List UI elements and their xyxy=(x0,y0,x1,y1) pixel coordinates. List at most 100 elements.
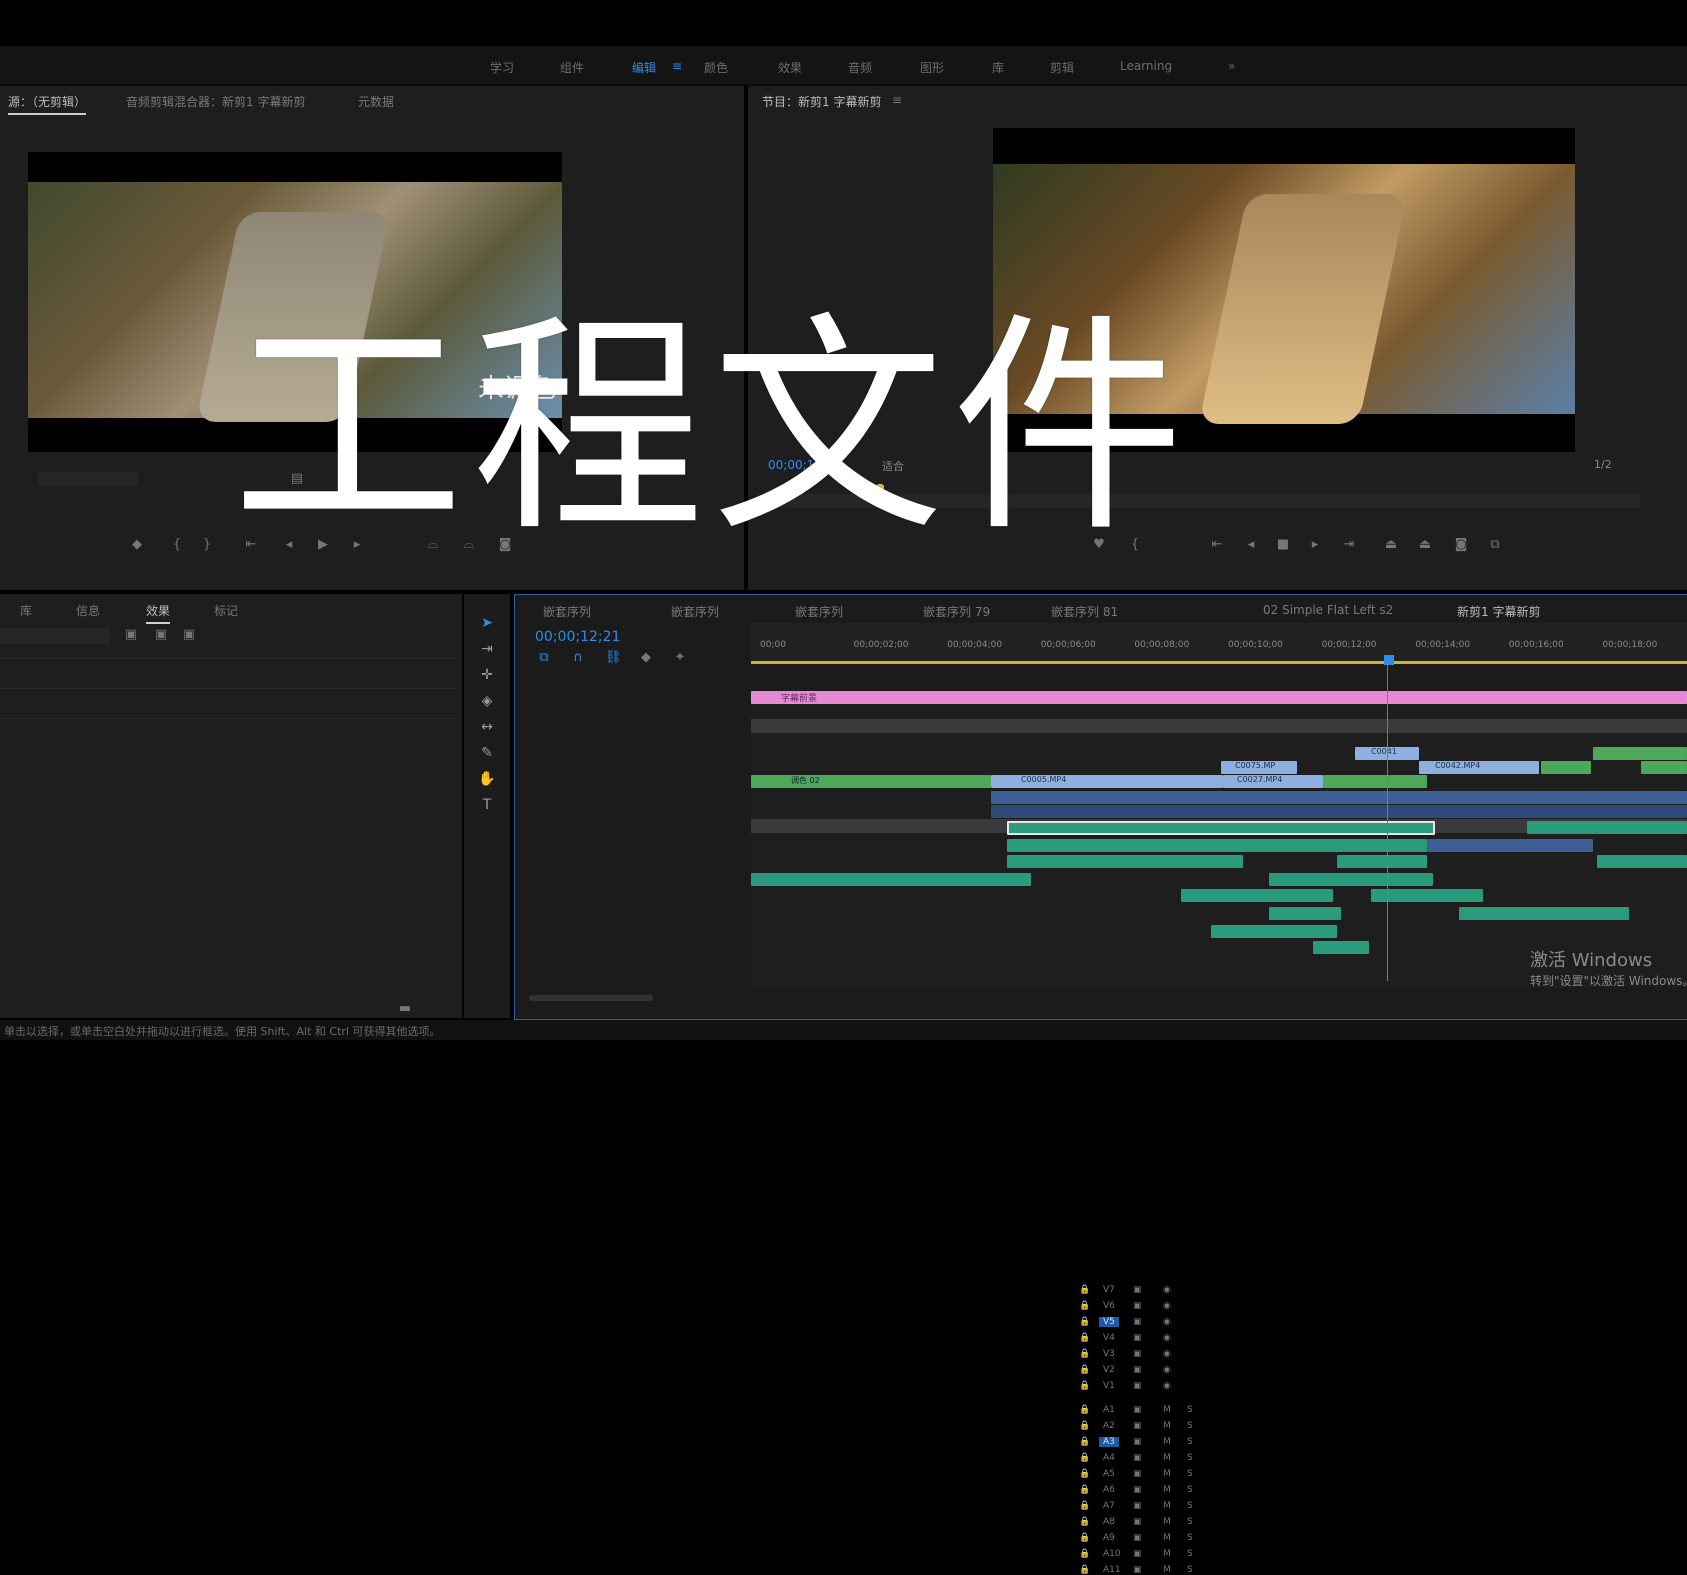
audio-clip[interactable] xyxy=(751,873,1031,886)
audio-mixer-tab[interactable]: 音频剪辑混合器：新剪1 字幕新剪 xyxy=(126,93,305,110)
track-lock-icon[interactable]: 🔒 xyxy=(1079,1285,1090,1295)
resolution-dropdown[interactable]: 1/2 xyxy=(1594,458,1612,471)
audio-clip[interactable] xyxy=(1459,907,1629,920)
audio-clip[interactable] xyxy=(1597,855,1687,868)
slip-tool-icon[interactable]: ↔ xyxy=(478,718,496,736)
workspace-tab[interactable]: 效果 xyxy=(778,59,802,76)
pen-tool-icon[interactable]: ✎ xyxy=(478,744,496,762)
workspace-tab[interactable]: 音频 xyxy=(848,59,872,76)
mute-icon[interactable]: ▣ xyxy=(1133,1517,1142,1527)
type-tool-icon[interactable]: T xyxy=(478,796,496,814)
nest-icon[interactable]: ⧉ xyxy=(537,651,551,665)
track-lock-icon[interactable]: 🔒 xyxy=(1079,1365,1090,1375)
track-lock-icon[interactable]: 🔒 xyxy=(1079,1349,1090,1359)
solo-button[interactable]: S xyxy=(1187,1501,1193,1511)
audio-clip[interactable] xyxy=(991,791,1687,804)
track-select-tool-icon[interactable]: ⇥ xyxy=(478,640,496,658)
workspace-tab[interactable]: 库 xyxy=(992,59,1004,76)
info-tab[interactable]: 信息 xyxy=(76,602,100,619)
ripple-edit-tool-icon[interactable]: ✛ xyxy=(478,666,496,684)
folder-icon[interactable]: ▬ xyxy=(398,1002,412,1016)
accelerated-effects-icon[interactable]: ▣ xyxy=(124,628,138,642)
add-marker-icon[interactable]: ◆ xyxy=(130,538,144,552)
sequence-tab[interactable]: 嵌套序列 xyxy=(543,603,591,620)
eye-icon[interactable]: ◉ xyxy=(1163,1317,1171,1327)
more-workspaces-button[interactable]: » xyxy=(1228,59,1235,73)
selected-audio-clip[interactable] xyxy=(1007,821,1435,835)
audio-clip[interactable] xyxy=(1007,839,1427,852)
playhead-line[interactable] xyxy=(1387,661,1388,981)
workspace-tab[interactable]: 剪辑 xyxy=(1050,59,1074,76)
track-lock-icon[interactable]: 🔒 xyxy=(1079,1301,1090,1311)
mute-button[interactable]: M xyxy=(1163,1469,1171,1479)
source-tab[interactable]: 源：（无剪辑） xyxy=(8,93,87,115)
menu-icon[interactable]: ≡ xyxy=(892,93,902,107)
menu-icon[interactable]: ≡ xyxy=(672,59,682,73)
solo-button[interactable]: S xyxy=(1187,1453,1193,1463)
track-lock-icon[interactable]: 🔒 xyxy=(1079,1517,1090,1527)
track-lock-icon[interactable]: 🔒 xyxy=(1079,1469,1090,1479)
32bit-effects-icon[interactable]: ▣ xyxy=(154,628,168,642)
hand-tool-icon[interactable]: ✋ xyxy=(478,770,496,788)
eye-icon[interactable]: ◉ xyxy=(1163,1349,1171,1359)
effects-search-input[interactable] xyxy=(0,628,110,644)
track-label[interactable]: A2 xyxy=(1099,1421,1119,1431)
video-clip[interactable]: 调色 02 xyxy=(751,775,991,788)
audio-clip[interactable] xyxy=(1427,839,1593,852)
audio-clip[interactable] xyxy=(1527,821,1687,834)
horizontal-scrollbar[interactable] xyxy=(529,995,653,1001)
mute-button[interactable]: M xyxy=(1163,1437,1171,1447)
selection-tool-icon[interactable]: ➤ xyxy=(478,614,496,632)
solo-button[interactable]: S xyxy=(1187,1549,1193,1559)
solo-button[interactable]: S xyxy=(1187,1437,1193,1447)
eye-icon[interactable]: ◉ xyxy=(1163,1365,1171,1375)
work-area-bar[interactable] xyxy=(751,661,1687,664)
audio-clip[interactable] xyxy=(1269,907,1341,920)
audio-clip[interactable] xyxy=(1313,941,1369,954)
mute-button[interactable]: M xyxy=(1163,1565,1171,1575)
track-label[interactable]: A7 xyxy=(1099,1501,1119,1511)
mute-button[interactable]: M xyxy=(1163,1421,1171,1431)
video-clip[interactable]: C0075.MP xyxy=(1221,761,1297,774)
sync-lock-icon[interactable]: ▣ xyxy=(1133,1333,1142,1343)
subtitle-clip[interactable]: 字幕前景 xyxy=(751,691,1687,704)
sync-lock-icon[interactable]: ▣ xyxy=(1133,1285,1142,1295)
sync-lock-icon[interactable]: ▣ xyxy=(1133,1381,1142,1391)
track-lock-icon[interactable]: 🔒 xyxy=(1079,1437,1090,1447)
workspace-tab[interactable]: 组件 xyxy=(560,59,584,76)
track-lock-icon[interactable]: 🔒 xyxy=(1079,1381,1090,1391)
track-label[interactable]: V7 xyxy=(1099,1285,1119,1295)
mute-icon[interactable]: ▣ xyxy=(1133,1485,1142,1495)
sequence-tab[interactable]: 嵌套序列 xyxy=(671,603,719,620)
audio-clip[interactable] xyxy=(1211,925,1337,938)
mute-icon[interactable]: ▣ xyxy=(1133,1453,1142,1463)
mute-button[interactable]: M xyxy=(1163,1533,1171,1543)
program-tab[interactable]: 节目：新剪1 字幕新剪 xyxy=(762,93,881,113)
solo-button[interactable]: S xyxy=(1187,1517,1193,1527)
video-clip[interactable] xyxy=(1641,761,1687,774)
workspace-tab[interactable]: Learning xyxy=(1120,59,1172,73)
workspace-tab[interactable]: 颜色 xyxy=(704,59,728,76)
playhead-handle[interactable] xyxy=(1384,655,1394,665)
audio-clip[interactable] xyxy=(1181,889,1333,902)
track-label[interactable]: A6 xyxy=(1099,1485,1119,1495)
mute-button[interactable]: M xyxy=(1163,1549,1171,1559)
solo-button[interactable]: S xyxy=(1187,1533,1193,1543)
track-lock-icon[interactable]: 🔒 xyxy=(1079,1421,1090,1431)
audio-clip[interactable] xyxy=(1269,873,1433,886)
track-label[interactable]: A1 xyxy=(1099,1405,1119,1415)
sync-lock-icon[interactable]: ▣ xyxy=(1133,1317,1142,1327)
sync-lock-icon[interactable]: ▣ xyxy=(1133,1349,1142,1359)
sequence-tab[interactable]: 嵌套序列 79 xyxy=(923,603,990,620)
mark-out-icon[interactable]: } xyxy=(200,538,214,552)
workspace-tab-active[interactable]: 编辑 xyxy=(632,59,656,76)
track-lock-icon[interactable]: 🔒 xyxy=(1079,1565,1090,1575)
snap-icon[interactable]: ∩ xyxy=(571,651,585,665)
audio-clip[interactable] xyxy=(1337,855,1427,868)
mute-icon[interactable]: ▣ xyxy=(1133,1437,1142,1447)
track-label[interactable]: A9 xyxy=(1099,1533,1119,1543)
track-label[interactable]: V4 xyxy=(1099,1333,1119,1343)
track-label[interactable]: A10 xyxy=(1099,1549,1125,1559)
mute-button[interactable]: M xyxy=(1163,1501,1171,1511)
audio-clip[interactable] xyxy=(1007,855,1243,868)
